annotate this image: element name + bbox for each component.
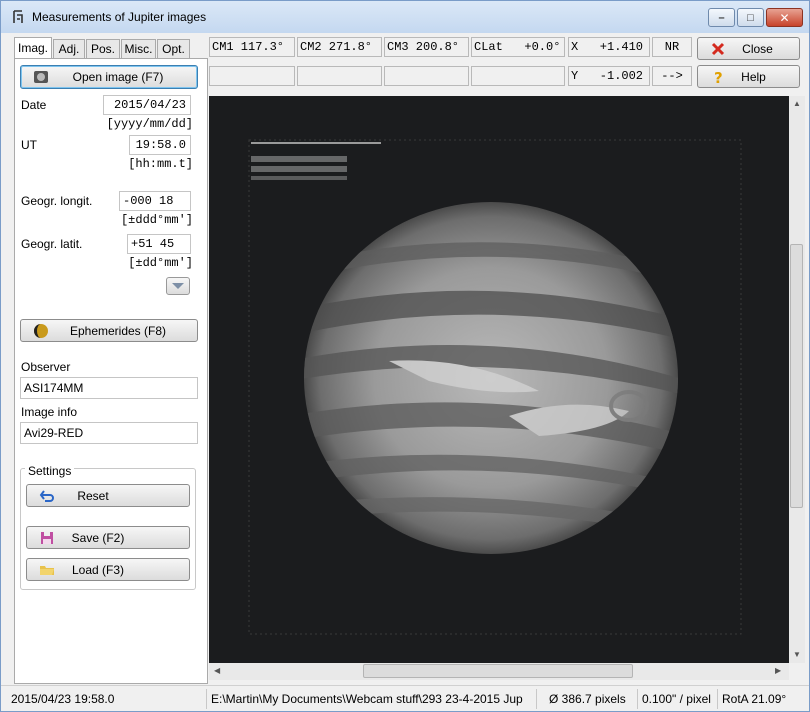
svg-text:?: ?: [714, 69, 723, 85]
horizontal-scrollbar[interactable]: ◀ ▶: [209, 663, 789, 680]
nr-readout: NR: [652, 37, 692, 57]
tab-adj[interactable]: Adj.: [53, 39, 85, 59]
longit-format-hint: [±ddd°mm']: [120, 213, 193, 227]
status-separator: [206, 689, 207, 709]
app-window: Measurements of Jupiter images – □ ✕ Ima…: [0, 0, 810, 712]
date-format-hint: [yyyy/mm/dd]: [106, 117, 193, 131]
ut-format-hint: [hh:mm.t]: [128, 157, 193, 171]
observer-label: Observer: [21, 360, 71, 374]
blank-readout-1: [209, 66, 295, 86]
status-separator: [717, 689, 718, 709]
title-bar: Measurements of Jupiter images – □ ✕: [1, 1, 809, 33]
settings-label: Settings: [25, 464, 75, 478]
observer-field[interactable]: ASI174MM: [20, 377, 198, 399]
tab-misc[interactable]: Misc.: [121, 39, 156, 59]
vertical-scrollbar[interactable]: ▲ ▼: [789, 96, 805, 663]
scroll-down-icon[interactable]: ▼: [793, 650, 801, 659]
window-close-icon: ✕: [779, 10, 790, 25]
status-path: E:\Martin\My Documents\Webcam stuff\293 …: [211, 692, 523, 706]
latit-label: Geogr. latit.: [21, 237, 83, 251]
cm3-readout: CM3 200.8°: [384, 37, 469, 57]
window-close-button[interactable]: ✕: [766, 8, 803, 27]
status-datetime: 2015/04/23 19:58.0: [11, 692, 115, 706]
status-scale: 0.100" / pixel: [642, 692, 711, 706]
maximize-icon: □: [747, 11, 754, 24]
minimize-button[interactable]: –: [708, 8, 735, 27]
y-readout: Y -1.002: [568, 66, 650, 86]
status-diameter: Ø 386.7 pixels: [549, 692, 626, 706]
status-rota: RotA 21.09°: [722, 692, 787, 706]
tab-pos[interactable]: Pos.: [86, 39, 120, 59]
maximize-button[interactable]: □: [737, 8, 764, 27]
folder-icon: [40, 565, 54, 575]
floppy-disk-icon: [41, 531, 53, 544]
save-button[interactable]: Save (F2): [26, 526, 190, 549]
open-image-button[interactable]: Open image (F7): [20, 65, 198, 89]
close-x-icon: [711, 42, 725, 55]
status-separator: [536, 689, 537, 709]
imageinfo-field[interactable]: Avi29-RED: [20, 422, 198, 444]
ephemerides-label: Ephemerides (F8): [69, 323, 167, 338]
reset-button[interactable]: Reset: [26, 484, 190, 507]
tab-imag[interactable]: Imag.: [14, 37, 52, 59]
blank-readout-2: [297, 66, 382, 86]
blank-readout-4: [471, 66, 565, 86]
close-label: Close: [742, 41, 773, 56]
open-image-label: Open image (F7): [72, 70, 164, 84]
imageinfo-label: Image info: [21, 405, 78, 419]
blank-readout-3: [384, 66, 469, 86]
scroll-left-icon[interactable]: ◀: [214, 666, 220, 675]
app-icon: [13, 10, 23, 23]
load-label: Load (F3): [71, 562, 125, 577]
help-button[interactable]: ? Help: [697, 65, 800, 88]
moon-phase-icon: [34, 323, 48, 338]
vertical-scroll-thumb[interactable]: [790, 244, 803, 508]
help-label: Help: [741, 69, 766, 84]
undo-arrow-icon: [39, 489, 54, 502]
scroll-right-icon[interactable]: ▶: [775, 666, 781, 675]
clat-readout: CLat +0.0°: [471, 37, 565, 57]
tab-opt[interactable]: Opt.: [157, 39, 190, 59]
help-question-icon: ?: [714, 69, 723, 85]
scroll-up-icon[interactable]: ▲: [793, 99, 801, 108]
close-button[interactable]: Close: [697, 37, 800, 60]
latit-format-hint: [±dd°mm']: [128, 256, 193, 270]
chevron-down-icon: [172, 283, 184, 289]
longit-field[interactable]: -000 18: [119, 191, 191, 211]
x-readout: X +1.410: [568, 37, 650, 57]
arrow-readout: -->: [652, 66, 692, 86]
latit-field[interactable]: +51 45: [127, 234, 191, 254]
minimize-icon: –: [718, 11, 725, 24]
status-bar: 2015/04/23 19:58.0 E:\Martin\My Document…: [1, 685, 809, 711]
jupiter-image-view[interactable]: [209, 96, 789, 663]
cm1-readout: CM1 117.3°: [209, 37, 295, 57]
date-field[interactable]: 2015/04/23: [103, 95, 191, 115]
status-separator: [637, 689, 638, 709]
ut-label: UT: [21, 138, 37, 152]
date-label: Date: [21, 98, 47, 112]
ut-field[interactable]: 19:58.0: [129, 135, 191, 155]
save-label: Save (F2): [71, 530, 125, 545]
image-icon: [34, 71, 48, 83]
reset-label: Reset: [77, 488, 109, 503]
window-title: Measurements of Jupiter images: [32, 10, 207, 24]
ephemerides-button[interactable]: Ephemerides (F8): [20, 319, 198, 342]
horizontal-scroll-thumb[interactable]: [363, 664, 633, 678]
cm2-readout: CM2 271.8°: [297, 37, 382, 57]
expand-button[interactable]: [166, 277, 190, 295]
jupiter-image: [209, 96, 789, 663]
longit-label: Geogr. longit.: [21, 194, 93, 208]
load-button[interactable]: Load (F3): [26, 558, 190, 581]
